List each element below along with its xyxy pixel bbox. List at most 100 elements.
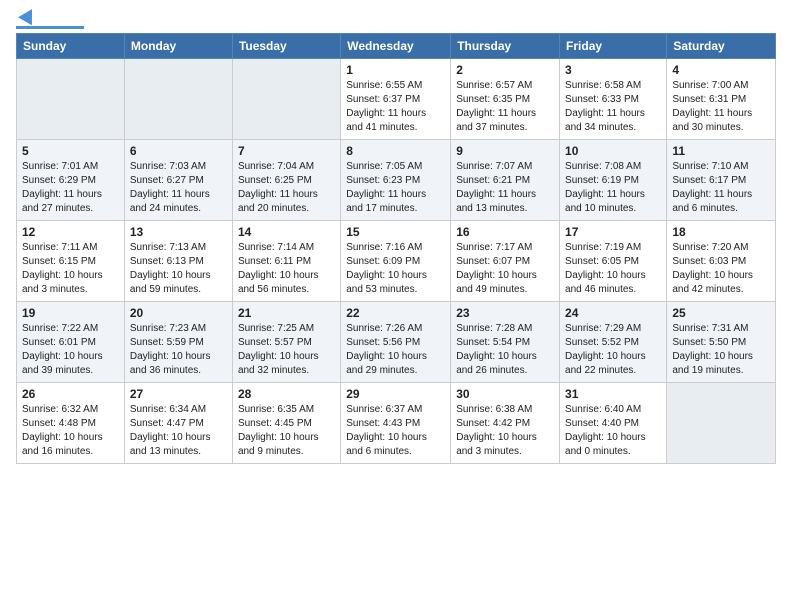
table-row: 5 Sunrise: 7:01 AM Sunset: 6:29 PM Dayli… (17, 139, 125, 220)
day-number: 25 (672, 306, 770, 320)
sunset-label: Sunset: 5:54 PM (456, 337, 530, 348)
day-number: 19 (22, 306, 119, 320)
cell-content: Sunrise: 7:01 AM Sunset: 6:29 PM Dayligh… (22, 160, 119, 216)
col-saturday: Saturday (667, 33, 776, 58)
daylight-label: Daylight: 10 hours and 46 minutes. (565, 270, 646, 295)
daylight-label: Daylight: 11 hours and 10 minutes. (565, 189, 645, 214)
calendar-header-row: Sunday Monday Tuesday Wednesday Thursday… (17, 33, 776, 58)
table-row: 1 Sunrise: 6:55 AM Sunset: 6:37 PM Dayli… (341, 58, 451, 139)
sunrise-label: Sunrise: 6:58 AM (565, 80, 641, 91)
day-number: 18 (672, 225, 770, 239)
calendar-week-row: 19 Sunrise: 7:22 AM Sunset: 6:01 PM Dayl… (17, 301, 776, 382)
sunset-label: Sunset: 5:52 PM (565, 337, 639, 348)
cell-content: Sunrise: 7:08 AM Sunset: 6:19 PM Dayligh… (565, 160, 661, 216)
day-number: 12 (22, 225, 119, 239)
sunset-label: Sunset: 6:01 PM (22, 337, 96, 348)
cell-content: Sunrise: 7:00 AM Sunset: 6:31 PM Dayligh… (672, 79, 770, 135)
table-row: 14 Sunrise: 7:14 AM Sunset: 6:11 PM Dayl… (232, 220, 340, 301)
sunrise-label: Sunrise: 7:25 AM (238, 323, 314, 334)
sunrise-label: Sunrise: 7:10 AM (672, 161, 748, 172)
cell-content: Sunrise: 7:31 AM Sunset: 5:50 PM Dayligh… (672, 322, 770, 378)
day-number: 3 (565, 63, 661, 77)
calendar-week-row: 26 Sunrise: 6:32 AM Sunset: 4:48 PM Dayl… (17, 382, 776, 463)
sunset-label: Sunset: 6:33 PM (565, 94, 639, 105)
sunrise-label: Sunrise: 6:37 AM (346, 404, 422, 415)
day-number: 8 (346, 144, 445, 158)
table-row: 3 Sunrise: 6:58 AM Sunset: 6:33 PM Dayli… (560, 58, 667, 139)
cell-content: Sunrise: 7:03 AM Sunset: 6:27 PM Dayligh… (130, 160, 227, 216)
daylight-label: Daylight: 10 hours and 36 minutes. (130, 351, 211, 376)
sunrise-label: Sunrise: 7:17 AM (456, 242, 532, 253)
sunrise-label: Sunrise: 7:19 AM (565, 242, 641, 253)
sunset-label: Sunset: 6:11 PM (238, 256, 311, 267)
day-number: 20 (130, 306, 227, 320)
day-number: 17 (565, 225, 661, 239)
table-row (232, 58, 340, 139)
sunrise-label: Sunrise: 7:16 AM (346, 242, 422, 253)
col-thursday: Thursday (451, 33, 560, 58)
cell-content: Sunrise: 7:04 AM Sunset: 6:25 PM Dayligh… (238, 160, 335, 216)
cell-content: Sunrise: 6:38 AM Sunset: 4:42 PM Dayligh… (456, 403, 554, 459)
table-row: 28 Sunrise: 6:35 AM Sunset: 4:45 PM Dayl… (232, 382, 340, 463)
sunset-label: Sunset: 6:35 PM (456, 94, 530, 105)
sunset-label: Sunset: 6:15 PM (22, 256, 96, 267)
sunrise-label: Sunrise: 7:14 AM (238, 242, 314, 253)
sunset-label: Sunset: 5:50 PM (672, 337, 746, 348)
day-number: 1 (346, 63, 445, 77)
sunset-label: Sunset: 6:21 PM (456, 175, 530, 186)
table-row: 7 Sunrise: 7:04 AM Sunset: 6:25 PM Dayli… (232, 139, 340, 220)
daylight-label: Daylight: 10 hours and 53 minutes. (346, 270, 427, 295)
cell-content: Sunrise: 7:13 AM Sunset: 6:13 PM Dayligh… (130, 241, 227, 297)
daylight-label: Daylight: 10 hours and 32 minutes. (238, 351, 319, 376)
cell-content: Sunrise: 7:19 AM Sunset: 6:05 PM Dayligh… (565, 241, 661, 297)
cell-content: Sunrise: 6:55 AM Sunset: 6:37 PM Dayligh… (346, 79, 445, 135)
daylight-label: Daylight: 11 hours and 17 minutes. (346, 189, 426, 214)
daylight-label: Daylight: 10 hours and 9 minutes. (238, 432, 319, 457)
table-row: 10 Sunrise: 7:08 AM Sunset: 6:19 PM Dayl… (560, 139, 667, 220)
sunset-label: Sunset: 4:47 PM (130, 418, 204, 429)
table-row (124, 58, 232, 139)
cell-content: Sunrise: 6:57 AM Sunset: 6:35 PM Dayligh… (456, 79, 554, 135)
col-tuesday: Tuesday (232, 33, 340, 58)
table-row: 19 Sunrise: 7:22 AM Sunset: 6:01 PM Dayl… (17, 301, 125, 382)
header (16, 10, 776, 29)
sunset-label: Sunset: 6:07 PM (456, 256, 530, 267)
sunrise-label: Sunrise: 7:05 AM (346, 161, 422, 172)
daylight-label: Daylight: 11 hours and 27 minutes. (22, 189, 102, 214)
sunset-label: Sunset: 4:45 PM (238, 418, 312, 429)
cell-content: Sunrise: 7:29 AM Sunset: 5:52 PM Dayligh… (565, 322, 661, 378)
sunset-label: Sunset: 6:05 PM (565, 256, 639, 267)
day-number: 14 (238, 225, 335, 239)
sunset-label: Sunset: 4:43 PM (346, 418, 420, 429)
table-row: 18 Sunrise: 7:20 AM Sunset: 6:03 PM Dayl… (667, 220, 776, 301)
table-row: 30 Sunrise: 6:38 AM Sunset: 4:42 PM Dayl… (451, 382, 560, 463)
cell-content: Sunrise: 7:10 AM Sunset: 6:17 PM Dayligh… (672, 160, 770, 216)
daylight-label: Daylight: 10 hours and 19 minutes. (672, 351, 753, 376)
sunrise-label: Sunrise: 7:03 AM (130, 161, 206, 172)
day-number: 16 (456, 225, 554, 239)
day-number: 29 (346, 387, 445, 401)
table-row: 6 Sunrise: 7:03 AM Sunset: 6:27 PM Dayli… (124, 139, 232, 220)
col-monday: Monday (124, 33, 232, 58)
sunrise-label: Sunrise: 6:32 AM (22, 404, 98, 415)
table-row: 31 Sunrise: 6:40 AM Sunset: 4:40 PM Dayl… (560, 382, 667, 463)
daylight-label: Daylight: 10 hours and 42 minutes. (672, 270, 753, 295)
sunset-label: Sunset: 4:42 PM (456, 418, 530, 429)
sunrise-label: Sunrise: 6:40 AM (565, 404, 641, 415)
sunrise-label: Sunrise: 7:29 AM (565, 323, 641, 334)
day-number: 7 (238, 144, 335, 158)
daylight-label: Daylight: 10 hours and 3 minutes. (456, 432, 537, 457)
table-row: 24 Sunrise: 7:29 AM Sunset: 5:52 PM Dayl… (560, 301, 667, 382)
sunset-label: Sunset: 6:31 PM (672, 94, 746, 105)
daylight-label: Daylight: 10 hours and 13 minutes. (130, 432, 211, 457)
daylight-label: Daylight: 11 hours and 34 minutes. (565, 108, 645, 133)
cell-content: Sunrise: 6:40 AM Sunset: 4:40 PM Dayligh… (565, 403, 661, 459)
day-number: 11 (672, 144, 770, 158)
daylight-label: Daylight: 10 hours and 26 minutes. (456, 351, 537, 376)
sunrise-label: Sunrise: 7:01 AM (22, 161, 98, 172)
day-number: 26 (22, 387, 119, 401)
day-number: 21 (238, 306, 335, 320)
table-row (667, 382, 776, 463)
calendar-week-row: 1 Sunrise: 6:55 AM Sunset: 6:37 PM Dayli… (17, 58, 776, 139)
daylight-label: Daylight: 10 hours and 22 minutes. (565, 351, 646, 376)
